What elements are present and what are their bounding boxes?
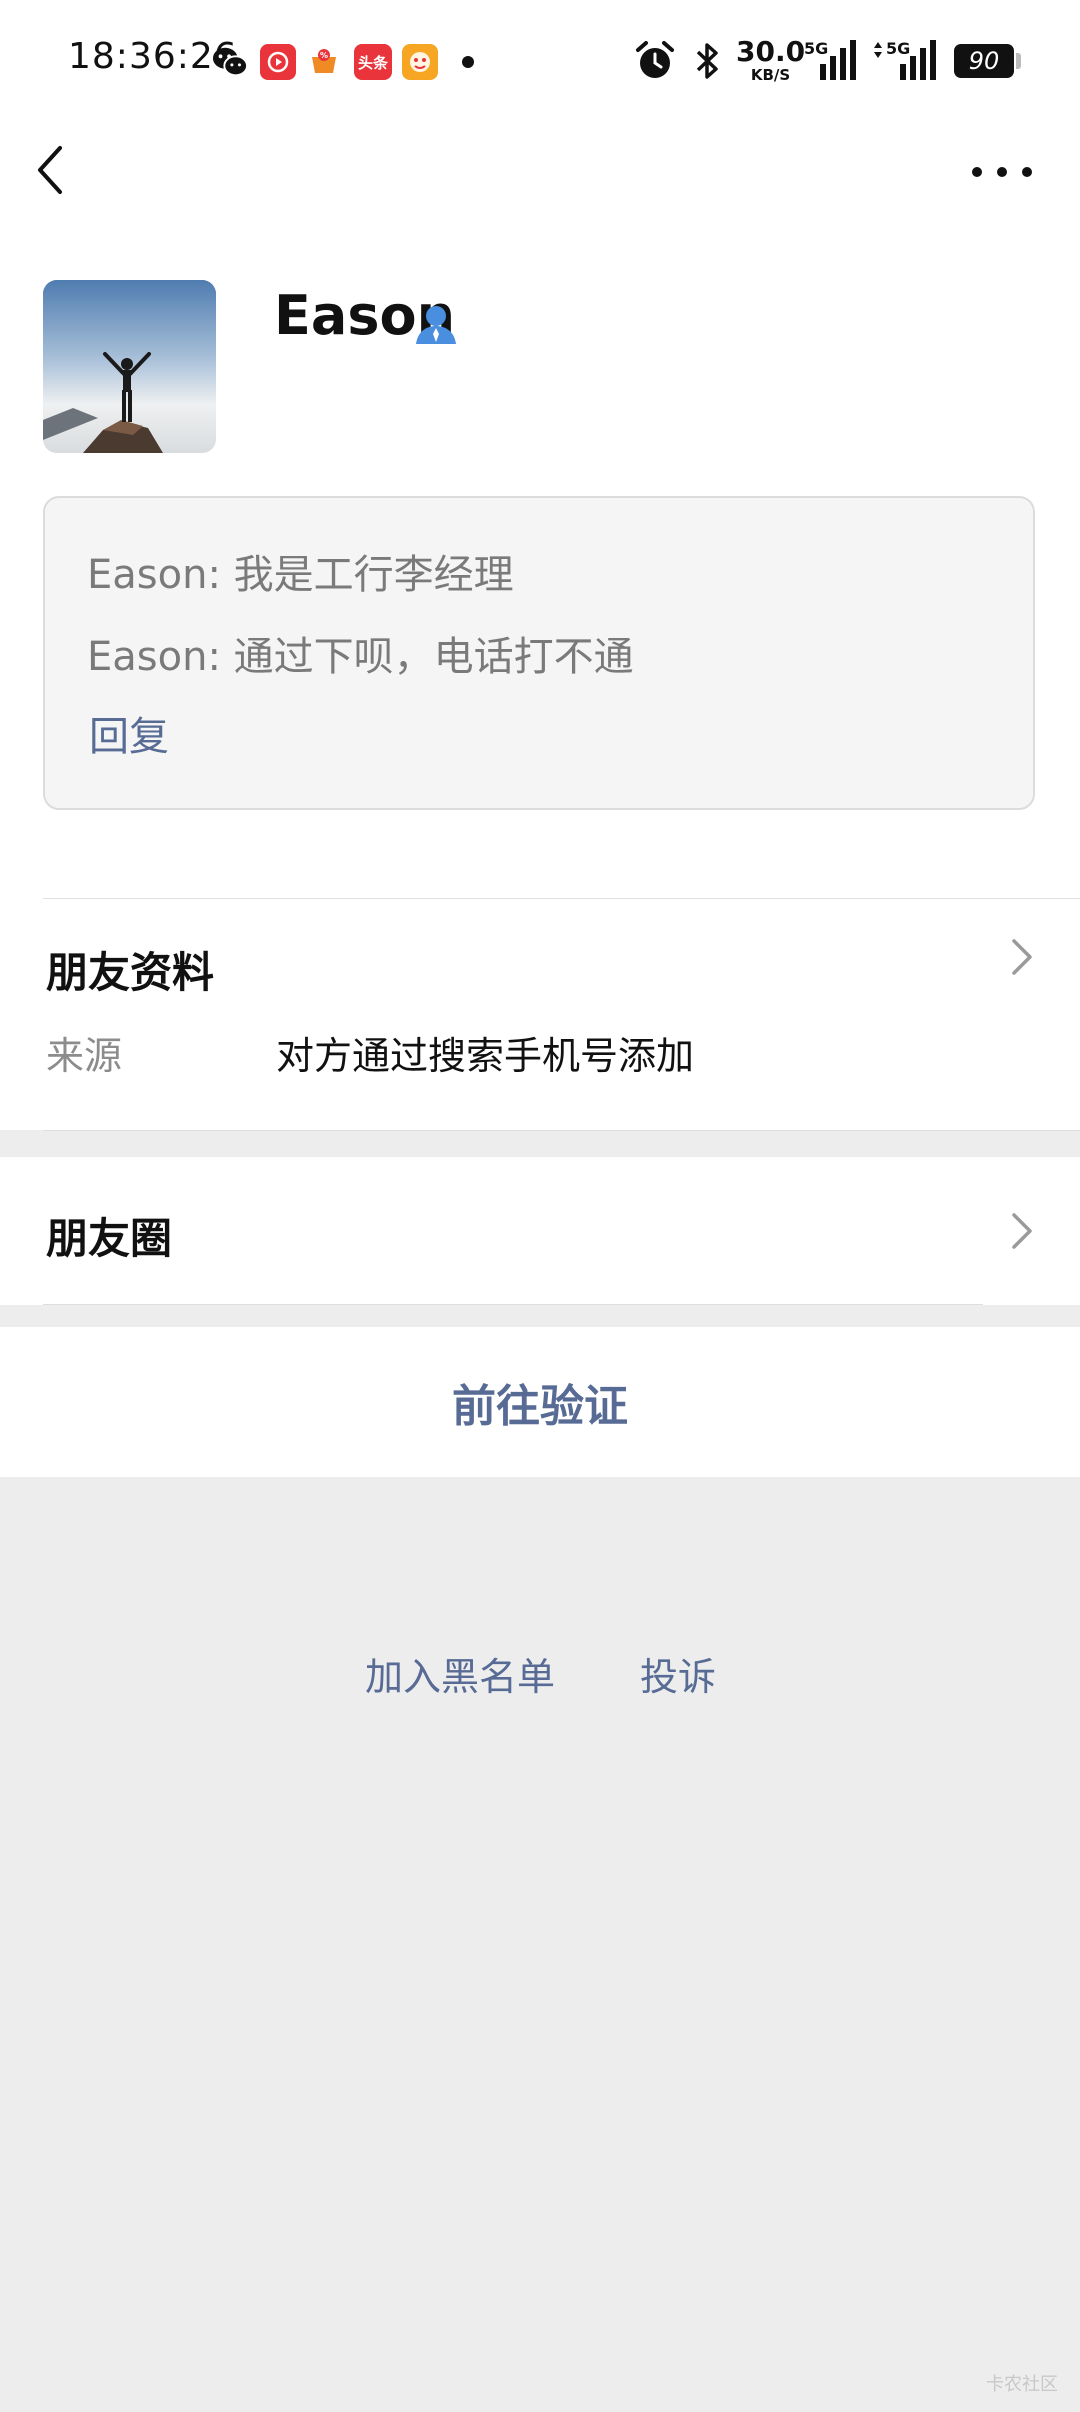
battery-icon: 90 — [954, 44, 1014, 78]
battery-level: 90 — [968, 47, 1000, 75]
add-to-blacklist-link[interactable]: 加入黑名单 — [365, 1646, 555, 1701]
network-speed: 30.0 KB/S — [736, 38, 805, 83]
chevron-right-icon — [1006, 935, 1036, 979]
friend-info-title: 朋友资料 — [46, 948, 215, 997]
back-button[interactable] — [30, 140, 80, 200]
battery-tip — [1016, 53, 1021, 69]
avatar-image — [43, 280, 216, 453]
status-bar: 18:36:26 % 头条 30.0 KB/S 5G 5G 90 — [0, 0, 1080, 120]
friend-info-row[interactable]: 朋友资料 来源 对方通过搜索手机号添加 — [0, 899, 1080, 1129]
network-speed-unit: KB/S — [750, 66, 791, 84]
moments-title: 朋友圈 — [46, 1214, 173, 1263]
more-dot-icon — [1022, 167, 1032, 177]
section-gap — [0, 1305, 1080, 1327]
signal-2-label: 5G — [886, 39, 910, 58]
game-app-icon — [402, 44, 438, 80]
reply-link[interactable]: 回复 — [89, 704, 169, 762]
chevron-left-icon — [38, 146, 62, 194]
notification-dot-icon — [462, 56, 474, 68]
video-app-icon — [260, 44, 296, 80]
moments-row[interactable]: 朋友圈 — [0, 1157, 1080, 1305]
alarm-icon — [634, 40, 676, 86]
svg-text:%: % — [320, 51, 328, 60]
signal-5g-icon-2: 5G — [870, 38, 940, 86]
greeting-message-box: Eason: 我是工行李经理 Eason: 通过下呗，电话打不通 回复 — [43, 496, 1035, 810]
network-speed-value: 30.0 — [736, 35, 806, 68]
watermark: 卡农社区 — [986, 2374, 1058, 2395]
section-gap — [0, 1131, 1080, 1157]
report-link[interactable]: 投诉 — [640, 1646, 716, 1701]
greeting-message-line: Eason: 我是工行李经理 — [87, 552, 514, 598]
avatar[interactable] — [43, 280, 216, 453]
wechat-icon — [212, 44, 248, 80]
source-value: 对方通过搜索手机号添加 — [276, 1034, 695, 1078]
chevron-right-icon — [1006, 1209, 1036, 1253]
greeting-message-line: Eason: 通过下呗，电话打不通 — [87, 634, 634, 680]
shopping-app-icon: % — [306, 44, 342, 80]
go-verify-button[interactable]: 前往验证 — [0, 1327, 1080, 1477]
signal-5g-icon-1: 5G — [804, 38, 856, 86]
more-dot-icon — [972, 167, 982, 177]
more-dot-icon — [997, 167, 1007, 177]
signal-1-label: 5G — [804, 39, 828, 58]
source-label: 来源 — [46, 1034, 123, 1078]
person-identity-icon — [414, 302, 458, 346]
more-options-button[interactable] — [972, 150, 1032, 194]
bluetooth-icon — [692, 40, 722, 86]
toutiao-icon: 头条 — [354, 44, 392, 80]
